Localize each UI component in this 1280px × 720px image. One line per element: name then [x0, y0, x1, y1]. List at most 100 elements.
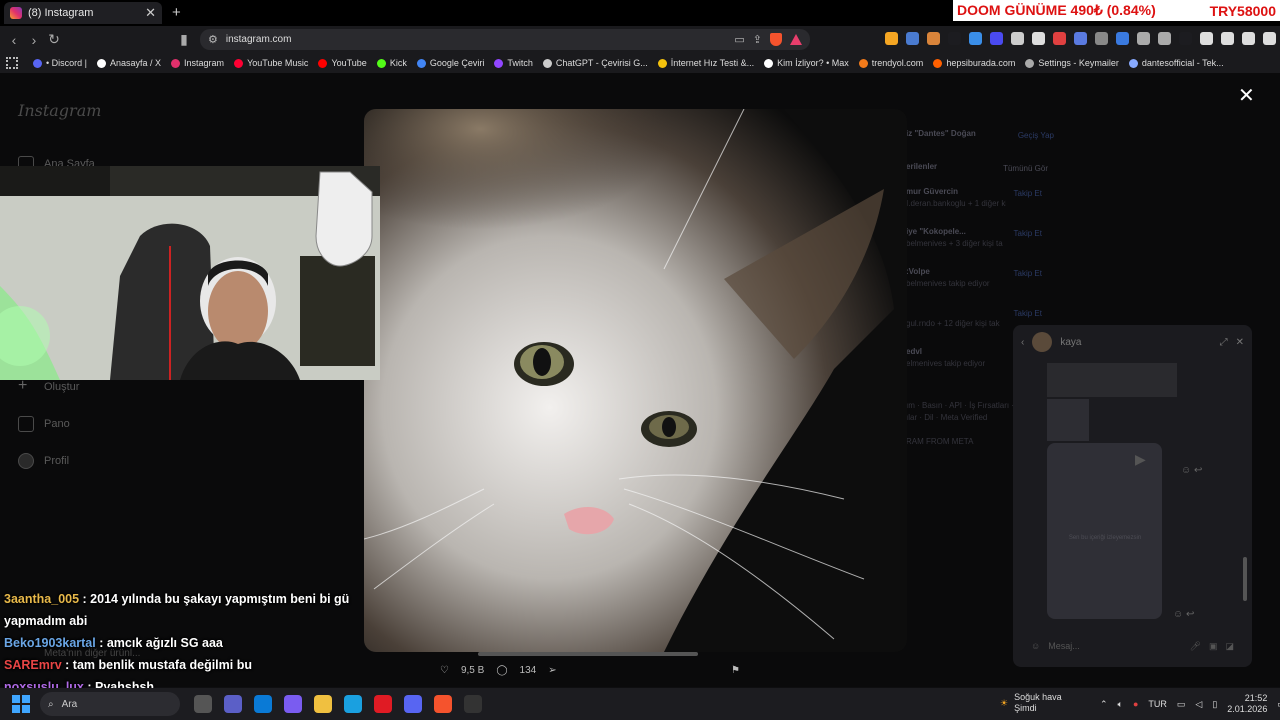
dm-image-message[interactable] [1047, 399, 1089, 441]
steam-icon[interactable] [464, 695, 482, 713]
bookmark-item[interactable]: hepsiburada.com [928, 58, 1020, 68]
message-input[interactable]: ☺ Mesaj... 🎤︎ ▣ ◪ [1021, 633, 1244, 659]
sidebar-item-dashboard[interactable]: Pano [18, 416, 70, 432]
extension-icon[interactable] [927, 32, 940, 45]
dm-image-message[interactable] [1047, 363, 1177, 397]
bookmark-item[interactable]: dantesofficial - Tek... [1124, 58, 1229, 68]
media-icon[interactable] [1200, 32, 1213, 45]
switch-button[interactable]: Geçiş Yap [1018, 131, 1054, 140]
cast-icon[interactable]: ▭ [734, 33, 744, 46]
follow-button[interactable]: Takip Et [1014, 309, 1042, 318]
sidebar-icon[interactable] [1221, 32, 1234, 45]
instagram-logo[interactable]: Instagram [18, 101, 101, 120]
extension-icon[interactable] [1116, 32, 1129, 45]
sidebar-item-profile[interactable]: Profil [18, 453, 69, 469]
sticker-icon[interactable]: ◪ [1225, 641, 1234, 652]
back-icon[interactable]: ‹ [4, 32, 24, 48]
dm-user-name[interactable]: kaya [1060, 337, 1211, 348]
reaction-icon[interactable]: ☺ ↩ [1173, 609, 1194, 620]
apps-grid-icon[interactable] [6, 57, 18, 69]
bookmark-item[interactable]: Instagram [166, 58, 229, 68]
opera-icon[interactable] [374, 695, 392, 713]
back-icon[interactable]: ‹ [1021, 337, 1024, 348]
share-icon[interactable]: ⇪ [753, 33, 762, 46]
comment-icon[interactable]: ◯ [496, 665, 507, 676]
leo-icon[interactable] [1263, 32, 1276, 45]
bookmark-item[interactable]: YouTube [313, 58, 371, 68]
post-scrollbar[interactable] [478, 652, 698, 656]
microphone-icon[interactable]: 🎤︎ [1190, 641, 1201, 652]
bookmark-item[interactable]: YouTube Music [229, 58, 313, 68]
extension-icon[interactable] [1032, 32, 1045, 45]
see-all-button[interactable]: Tümünü Gör [1003, 164, 1048, 173]
new-tab-button[interactable]: + [172, 4, 181, 21]
bookmark-item[interactable]: ChatGPT - Çevirisi G... [538, 58, 653, 68]
bookmark-item[interactable]: Kick [372, 58, 412, 68]
weather-widget[interactable]: ☀ Soğuk hava Şimdi [1000, 692, 1062, 714]
tab-instagram[interactable]: (8) Instagram ✕ [4, 2, 162, 24]
avatar[interactable] [1032, 332, 1053, 352]
translate-icon[interactable] [906, 32, 919, 45]
dm-scrollbar[interactable] [1243, 557, 1247, 601]
extension-icon[interactable] [1053, 32, 1066, 45]
forward-icon[interactable]: › [24, 32, 44, 48]
reload-icon[interactable]: ↻ [44, 31, 64, 48]
extension-icon[interactable] [1011, 32, 1024, 45]
close-tab-icon[interactable]: ✕ [145, 5, 156, 21]
brave-shield-icon[interactable] [770, 33, 782, 46]
volume-icon[interactable]: 🔈︎ [1118, 699, 1123, 710]
speaker-icon[interactable]: ◁ [1195, 699, 1202, 710]
share-icon[interactable]: ➢ [548, 665, 556, 676]
network-icon[interactable]: ▭ [1177, 699, 1186, 710]
extension-icon[interactable] [1137, 32, 1150, 45]
save-icon[interactable]: ⚑ [731, 665, 740, 676]
language-indicator[interactable]: TUR [1148, 699, 1167, 709]
bookmark-item[interactable]: İnternet Hız Testi &... [653, 58, 759, 68]
reaction-icon[interactable]: ☺ ↩ [1181, 465, 1202, 476]
bookmark-item[interactable]: Anasayfa / X [92, 58, 166, 68]
bookmark-item[interactable]: Twitch [489, 58, 538, 68]
bookmark-item[interactable]: Kim İzliyor? • Max [759, 58, 854, 68]
dm-video-message[interactable]: ▶ Sen bu içeriği izleyemezsin [1047, 443, 1162, 619]
extension-icon[interactable] [885, 32, 898, 45]
emoji-icon[interactable]: ☺ [1031, 641, 1040, 651]
tray-expand-icon[interactable]: ⌃ [1100, 699, 1108, 710]
clock[interactable]: 21:52 2.01.2026 [1227, 693, 1267, 715]
wallet-icon[interactable] [1242, 32, 1255, 45]
copilot-icon[interactable] [284, 695, 302, 713]
bookmark-item[interactable]: Google Çeviri [412, 58, 490, 68]
bookmark-item[interactable]: • Discord | [28, 58, 92, 68]
microphone-icon[interactable]: ● [1133, 699, 1138, 709]
follow-button[interactable]: Takip Et [1014, 269, 1042, 278]
mail-icon[interactable] [254, 695, 272, 713]
task-view-icon[interactable] [194, 695, 212, 713]
expand-icon[interactable]: ⤢ [1220, 337, 1228, 348]
bookmark-item[interactable]: Settings - Keymailer [1020, 58, 1124, 68]
close-icon[interactable]: ✕ [1236, 337, 1244, 348]
teams-icon[interactable] [224, 695, 242, 713]
image-icon[interactable]: ▣ [1209, 641, 1218, 652]
brave-icon[interactable] [434, 695, 452, 713]
edge-icon[interactable] [344, 695, 362, 713]
close-icon[interactable]: ✕ [1238, 83, 1255, 108]
like-icon[interactable]: ♡ [440, 665, 449, 676]
follow-button[interactable]: Takip Et [1014, 229, 1042, 238]
extension-icon[interactable] [1095, 32, 1108, 45]
extension-icon[interactable] [1074, 32, 1087, 45]
brave-rewards-icon[interactable] [790, 34, 802, 45]
battery-icon[interactable]: ▯ [1212, 699, 1217, 710]
bookmark-item[interactable]: trendyol.com [854, 58, 929, 68]
play-icon[interactable]: ▶ [1135, 451, 1146, 468]
address-bar[interactable]: ⚙ instagram.com ▭ ⇪ [200, 29, 810, 50]
follow-button[interactable]: Takip Et [1014, 189, 1042, 198]
bookmark-icon[interactable]: ▮ [174, 31, 194, 48]
extension-icon[interactable] [990, 32, 1003, 45]
site-settings-icon[interactable]: ⚙ [208, 33, 218, 46]
extension-icon[interactable] [969, 32, 982, 45]
file-explorer-icon[interactable] [314, 695, 332, 713]
windows-start-icon[interactable] [12, 695, 30, 713]
sidebar-item-create[interactable]: + Oluştur [18, 378, 79, 395]
screenshot-icon[interactable] [1158, 32, 1171, 45]
discord-icon[interactable] [404, 695, 422, 713]
taskbar-search[interactable]: ⌕ Ara [40, 692, 180, 716]
